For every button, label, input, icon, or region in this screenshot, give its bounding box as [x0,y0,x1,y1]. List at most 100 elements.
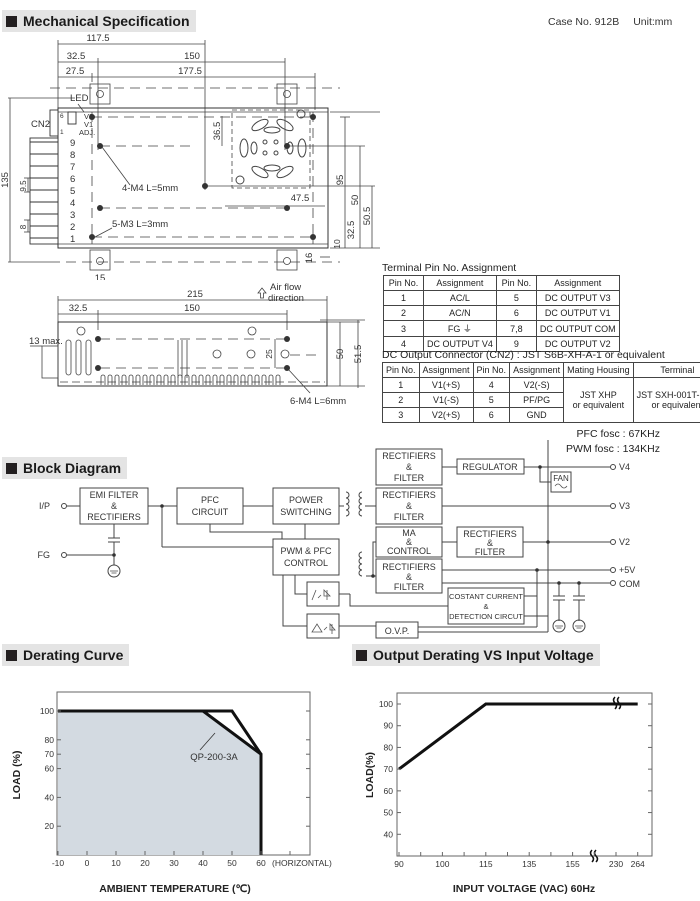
cell: 5 [472,392,511,408]
output-com-label: COM [619,579,640,589]
cell: 1 [382,377,420,393]
rect3-label-3: FILTER [475,547,506,557]
square-bullet-icon [6,649,17,661]
y-tick-label: 60 [45,764,55,774]
cell: AC/L [423,290,497,306]
col-header: Pin No. [472,362,511,378]
unit-label: Unit:mm [633,16,673,28]
v3-terminal [610,503,616,509]
x-axis-label: INPUT VOLTAGE (VAC) 60Hz [453,883,595,895]
terminal-7: 7 [70,162,75,173]
output-v4-label: V4 [619,462,630,472]
x-tick-label: 115 [479,859,493,869]
x-tick-label: 155 [566,859,580,869]
dim-25: 25 [264,349,274,359]
x-tick-label: 20 [140,858,150,868]
mating-housing-line2: or equivalent [572,400,625,410]
table-header-row: Pin No. Assignment Pin No. Assignment Ma… [382,362,700,378]
airflow-direction-label: direction [268,293,304,304]
table-row: 3 FG ⏚ 7,8 DC OUTPUT COM [383,320,620,337]
optocoupler-icon [311,622,336,634]
col-header: Assignment [423,275,497,291]
block-diagram: I/P FG EMI FILTER & RECTIFIERS PFC CIRCU… [38,440,640,639]
mechanical-spec-header: Mechanical Specification [2,10,196,32]
terminal-pin-table: Pin No. Assignment Pin No. Assignment 1A… [383,275,620,352]
y-tick-label: 40 [384,829,394,839]
cell: 3 [383,320,424,337]
terminal-5: 5 [70,186,75,197]
rect2-label-1: RECTIFIERS [382,490,436,500]
cc-label-1: COSTANT CURRENT [449,592,523,601]
y-tick-label: 80 [45,735,55,745]
x-axis-label: AMBIENT TEMPERATURE (℃) [99,883,251,895]
y-tick-label: 70 [384,764,394,774]
rect4-label-3: FILTER [394,582,425,592]
cc-label-3: DETECTION CIRCUT [449,612,523,621]
x-tick-label: 10 [111,858,121,868]
terminal-8: 8 [70,150,75,161]
cell: 1 [383,290,424,306]
v2-terminal [610,539,616,545]
side-dim-32-5: 32.5 [69,303,88,314]
col-header: Assignment [535,275,620,291]
cell: V1(-S) [418,392,474,408]
col-header: Pin No. [495,275,537,291]
pfc-label-2: CIRCUIT [192,507,229,517]
x-tick-label: 30 [169,858,179,868]
led-label: LED [70,93,89,104]
ip-terminal [61,503,67,509]
terminal-1: 1 [70,234,75,245]
dim-177-5: 177.5 [178,66,202,77]
x-tick-label: 230 [609,859,623,869]
output-5v-label: +5V [619,565,635,575]
annotation-qp-200-3a: QP-200-3A [190,752,238,763]
terminal-9: 9 [70,138,75,149]
cn2-table-caption: DC Output Connector (CN2) : JST S6B-XH-A… [382,349,665,361]
dim-51-5: 51.5 [353,345,364,364]
terminal-table-caption: Terminal Pin No. Assignment [382,262,517,274]
table-header-row: Pin No. Assignment Pin No. Assignment [383,275,620,291]
col-header: Pin No. [382,362,420,378]
terminal-6: 6 [70,174,75,185]
y-tick-label: 40 [45,792,55,802]
pwm-pfc-control-block [272,538,340,576]
cell: 5 [495,290,537,306]
x-tick-label: 40 [198,858,208,868]
dim-27-5: 27.5 [66,66,85,77]
mating-housing-line1: JST XHP [579,390,617,400]
cell: DC OUTPUT V1 [535,305,620,321]
derating-curve-header: Derating Curve [2,644,130,666]
col-header: Assignment [418,362,474,378]
5v-terminal [610,567,616,573]
cn2-pin6-label: 6 [60,113,64,120]
optocoupler-1 [306,581,340,607]
fg-label: FG [38,550,51,560]
derating-curve-title: Derating Curve [23,647,124,663]
dim-215: 215 [187,289,203,300]
v4-terminal [610,464,616,470]
x-tick-label: 50 [227,858,237,868]
y-tick-label: 100 [40,706,54,716]
square-bullet-icon [356,649,367,661]
rect1-label-3: FILTER [394,473,425,483]
dim-95: 95 [335,175,346,186]
power-switching-block [272,487,340,525]
cell: GND [509,407,565,423]
cell: AC/N [423,305,497,321]
rect4-label-2: & [406,572,412,582]
cn2-connector-table: Pin No. Assignment Pin No. Assignment Ma… [382,362,700,423]
col-header: Pin No. [383,275,424,291]
regulator-label: REGULATOR [462,462,518,472]
output-derating-header: Output Derating VS Input Voltage [352,644,600,666]
pwm-label-1: PWM & PFC [281,546,332,556]
y-tick-label: 100 [379,699,393,709]
side-dim-150: 150 [184,303,200,314]
y-axis-label: LOAD (%) [11,751,23,800]
x-tick-label: 90 [394,859,404,869]
cell: 3 [382,407,420,423]
terminal-4: 4 [70,198,75,209]
emi-label-1: EMI FILTER [90,490,139,500]
output-v2-label: V2 [619,537,630,547]
dim-117-5: 117.5 [86,33,109,44]
optocoupler-icon [311,589,331,601]
